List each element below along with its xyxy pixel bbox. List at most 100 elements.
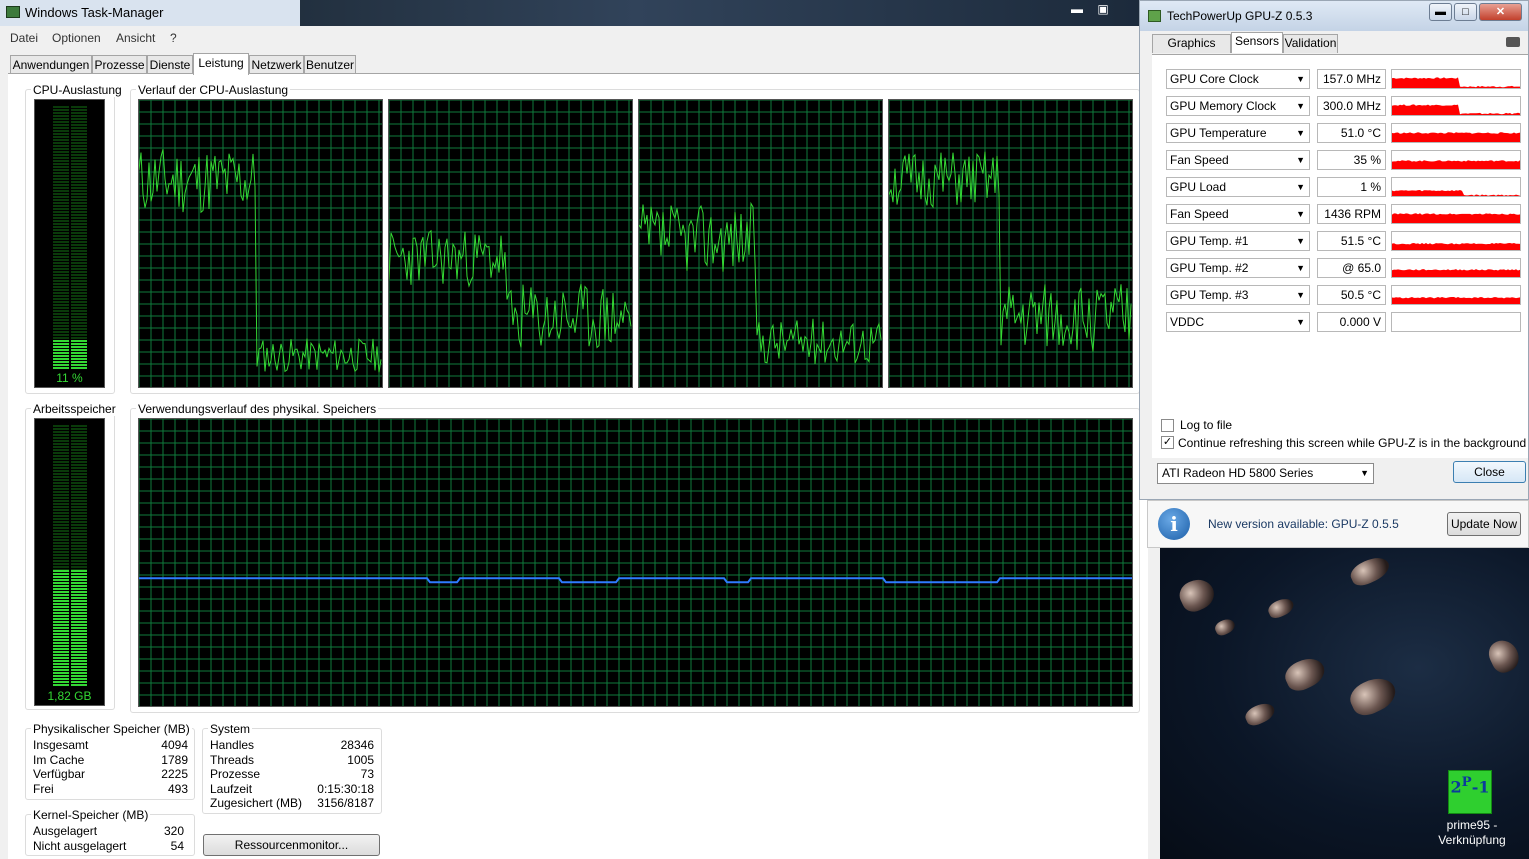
stat-row: Threads 1005 — [210, 753, 374, 768]
stat-value: 28346 — [340, 738, 374, 752]
stat-row: Zugesichert (MB) 3156/8187 — [210, 796, 374, 811]
chevron-down-icon: ▼ — [1296, 290, 1305, 300]
stat-row: Frei 493 — [33, 782, 188, 797]
tab-anwendungen[interactable]: Anwendungen — [10, 55, 92, 74]
sensor-value: 50.5 °C — [1317, 285, 1386, 305]
prime95-label: prime95 - Verknüpfung — [1430, 818, 1514, 848]
tab-prozesse[interactable]: Prozesse — [92, 55, 147, 74]
sensor-value: 1436 RPM — [1317, 204, 1386, 224]
sensor-name-select[interactable]: GPU Temp. #2 ▼ — [1166, 258, 1310, 278]
log-to-file-checkbox[interactable] — [1161, 419, 1174, 432]
stat-value: 493 — [167, 782, 188, 796]
menu-datei[interactable]: Datei — [10, 31, 38, 45]
sensor-name-select[interactable]: GPU Temperature ▼ — [1166, 123, 1310, 143]
stat-label: Handles — [210, 738, 255, 752]
gpu-select-dropdown[interactable]: ATI Radeon HD 5800 Series ▼ — [1157, 463, 1374, 484]
sensor-name-select[interactable]: GPU Temp. #3 ▼ — [1166, 285, 1310, 305]
close-button[interactable]: Close — [1453, 461, 1526, 483]
sensor-name-select[interactable]: Fan Speed ▼ — [1166, 150, 1310, 170]
sensor-history-area — [1392, 132, 1520, 142]
sensor-value: 51.0 °C — [1317, 123, 1386, 143]
maximize-button[interactable]: ▣ — [1090, 0, 1116, 18]
sensor-history-area — [1392, 269, 1520, 277]
chevron-down-icon: ▼ — [1296, 182, 1305, 192]
cpu-usage-value: 11 % — [56, 371, 83, 385]
sensor-name: GPU Load — [1170, 180, 1227, 194]
menu-ansicht[interactable]: Ansicht — [116, 31, 155, 45]
sensor-value: @ 65.0 — [1317, 258, 1386, 278]
task-manager-titlebar[interactable]: Windows Task-Manager ▬ ▣ — [0, 0, 1160, 26]
prime95-shortcut[interactable]: 2P-1 prime95 - Verknüpfung — [1430, 770, 1514, 850]
gpuz-maximize-button[interactable]: □ — [1454, 3, 1477, 21]
sensor-graph — [1391, 123, 1521, 143]
sensor-value: 51.5 °C — [1317, 231, 1386, 251]
sensor-graph — [1391, 312, 1521, 332]
stat-value: 2225 — [161, 767, 188, 781]
sensor-graph — [1391, 204, 1521, 224]
sensor-history-area — [1392, 104, 1520, 115]
continue-refresh-checkbox[interactable]: ✓ — [1161, 436, 1174, 449]
tab-graphics-card[interactable]: Graphics Card — [1152, 34, 1231, 67]
stat-label: Ausgelagert — [33, 824, 98, 838]
sensor-name-select[interactable]: GPU Temp. #1 ▼ — [1166, 231, 1310, 251]
resource-monitor-button[interactable]: Ressourcenmonitor... — [203, 834, 380, 856]
menu-optionen[interactable]: Optionen — [52, 31, 101, 45]
stat-label: Prozesse — [210, 767, 261, 781]
stat-row: Verfügbar 2225 — [33, 767, 188, 782]
physical-memory-title: Physikalischer Speicher (MB) — [31, 722, 192, 736]
sensor-name-select[interactable]: Fan Speed ▼ — [1166, 204, 1310, 224]
sensor-row: GPU Temperature ▼ 51.0 °C — [1166, 123, 1522, 143]
camera-icon[interactable] — [1506, 37, 1520, 47]
chevron-down-icon: ▼ — [1296, 263, 1305, 273]
stat-row: Ausgelagert 320 — [33, 824, 184, 839]
cpu-core-graph — [388, 99, 633, 388]
window-title: Windows Task-Manager — [25, 5, 164, 20]
stat-value: 54 — [170, 839, 184, 853]
kernel-memory-stats: Ausgelagert 320 Nicht ausgelagert 54 — [33, 824, 184, 856]
tab-benutzer[interactable]: Benutzer — [304, 55, 356, 74]
gpuz-titlebar[interactable]: TechPowerUp GPU-Z 0.5.3 ▬ □ ✕ — [1140, 1, 1528, 31]
gpuz-minimize-button[interactable]: ▬ — [1429, 3, 1452, 21]
cpu-usage-title: CPU-Auslastung — [31, 83, 124, 97]
gpuz-close-x-button[interactable]: ✕ — [1479, 3, 1522, 21]
tab-netzwerk[interactable]: Netzwerk — [249, 55, 304, 74]
tab-dienste[interactable]: Dienste — [147, 55, 193, 74]
sensor-value: 35 % — [1317, 150, 1386, 170]
log-to-file-label: Log to file — [1180, 418, 1233, 432]
sensor-graph — [1391, 96, 1521, 116]
tab-validation[interactable]: Validation — [1283, 34, 1338, 53]
info-icon: i — [1158, 508, 1190, 540]
sensor-name-select[interactable]: GPU Core Clock ▼ — [1166, 69, 1310, 89]
continue-refresh-label: Continue refreshing this screen while GP… — [1178, 436, 1527, 450]
stat-label: Zugesichert (MB) — [210, 796, 303, 810]
cpu-core-graph — [138, 99, 383, 388]
sensor-graph — [1391, 285, 1521, 305]
minimize-button[interactable]: ▬ — [1064, 0, 1090, 18]
sensor-name: Fan Speed — [1170, 207, 1229, 221]
sensor-name-select[interactable]: VDDC ▼ — [1166, 312, 1310, 332]
chevron-down-icon: ▼ — [1296, 317, 1305, 327]
sensor-row: VDDC ▼ 0.000 V — [1166, 312, 1522, 332]
sensor-name-select[interactable]: GPU Load ▼ — [1166, 177, 1310, 197]
tab-leistung[interactable]: Leistung — [193, 53, 249, 75]
sensor-graph — [1391, 69, 1521, 89]
update-notice-text: New version available: GPU-Z 0.5.5 — [1208, 517, 1399, 531]
chevron-down-icon: ▼ — [1296, 209, 1305, 219]
stat-value: 320 — [163, 824, 184, 838]
sensor-row: GPU Load ▼ 1 % — [1166, 177, 1522, 197]
chevron-down-icon: ▼ — [1296, 128, 1305, 138]
stat-row: Nicht ausgelagert 54 — [33, 839, 184, 854]
update-now-button[interactable]: Update Now — [1447, 512, 1521, 536]
sensor-row: GPU Temp. #3 ▼ 50.5 °C — [1166, 285, 1522, 305]
sensor-graph — [1391, 150, 1521, 170]
tab-sensors[interactable]: Sensors — [1231, 32, 1283, 53]
sensor-name-select[interactable]: GPU Memory Clock ▼ — [1166, 96, 1310, 116]
cpu-core-graph — [638, 99, 883, 388]
cpu-usage-meter: 11 % — [34, 99, 105, 388]
sensor-name: VDDC — [1170, 315, 1205, 329]
stat-label: Threads — [210, 753, 255, 767]
memory-meter: 1,82 GB — [34, 418, 105, 706]
sensor-graph — [1391, 177, 1521, 197]
menu-help[interactable]: ? — [170, 31, 177, 45]
memory-history-title: Verwendungsverlauf des physikal. Speiche… — [136, 402, 379, 416]
